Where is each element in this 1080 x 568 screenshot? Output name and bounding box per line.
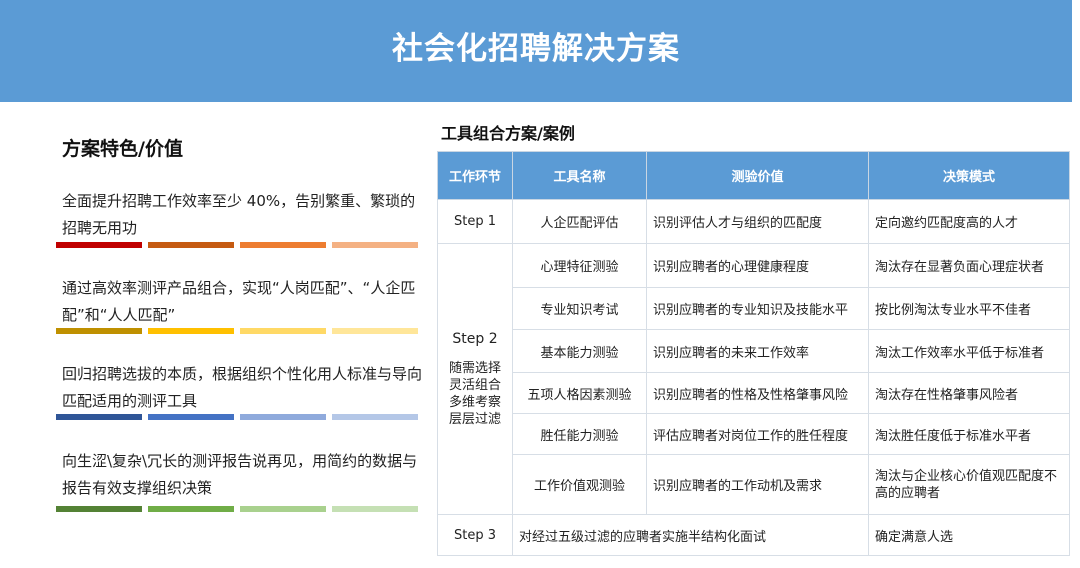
divider-segment (332, 242, 418, 248)
feature-item: 回归招聘选拔的本质，根据组织个性化用人标准与导向匹配适用的测评工具 (62, 365, 423, 410)
decision-mode: 淘汰胜任度低于标准水平者 (868, 413, 1070, 455)
table-row: 工作价值观测验 识别应聘者的工作动机及需求 淘汰与企业核心价值观匹配度不高的应聘… (438, 454, 1070, 515)
header-test-value: 测验价值 (646, 151, 869, 200)
divider-segment (148, 506, 234, 512)
divider-segment (56, 414, 142, 420)
tool-name: 工作价值观测验 (512, 454, 647, 515)
divider-segment (148, 242, 234, 248)
table-row: Step 1 人企匹配评估 识别评估人才与组织的匹配度 定向邀约匹配度高的人才 (437, 199, 1070, 244)
feature-item: 全面提升招聘工作效率至少 40%，告别繁重、繁琐的招聘无用功 (62, 192, 416, 237)
step-label: Step 2 (452, 330, 498, 347)
step2-note-line: 灵活组合 (448, 377, 501, 393)
divider-segment (332, 506, 418, 512)
table-header-row: 工作环节 工具名称 测验价值 决策模式 (437, 151, 1070, 200)
test-value: 识别评估人才与组织的匹配度 (646, 199, 869, 244)
test-value: 识别应聘者的未来工作效率 (646, 329, 869, 373)
tool-name: 五项人格因素测验 (512, 372, 647, 414)
step2-note-line: 随需选择 (448, 360, 501, 376)
feature-item: 向生涩\复杂\冗长的测评报告说再见，用简约的数据与报告有效支撑组织决策 (62, 452, 418, 497)
features-heading: 方案特色/价值 (62, 138, 183, 160)
feature-divider (56, 328, 418, 334)
header-decision-mode: 决策模式 (868, 151, 1070, 200)
table-row: Step 2 随需选择 灵活组合 多维考察 层层过滤 心理特征测验 识别应聘者的… (437, 243, 1070, 515)
table-row: 五项人格因素测验 识别应聘者的性格及性格肇事风险 淘汰存在性格肇事风险者 (438, 372, 1070, 414)
step3-description: 对经过五级过滤的应聘者实施半结构化面试 (512, 514, 869, 556)
tool-name: 心理特征测验 (512, 243, 647, 288)
header-stage: 工作环节 (437, 151, 513, 200)
test-value: 评估应聘者对岗位工作的胜任程度 (646, 413, 869, 455)
title-banner: 社会化招聘解决方案 (0, 0, 1072, 102)
decision-mode: 淘汰存在显著负面心理症状者 (868, 243, 1070, 288)
table-row: Step 3 对经过五级过滤的应聘者实施半结构化面试 确定满意人选 (437, 514, 1070, 556)
page-title: 社会化招聘解决方案 (392, 31, 680, 67)
tool-name: 人企匹配评估 (512, 199, 647, 244)
test-value: 识别应聘者的专业知识及技能水平 (646, 287, 869, 330)
tools-section-title: 工具组合方案/案例 (441, 124, 575, 143)
divider-segment (332, 328, 418, 334)
divider-segment (240, 242, 326, 248)
divider-segment (332, 414, 418, 420)
decision-mode: 按比例淘汰专业水平不佳者 (868, 287, 1070, 330)
test-value: 识别应聘者的工作动机及需求 (646, 454, 869, 515)
divider-segment (148, 414, 234, 420)
step-label: Step 3 (437, 514, 513, 556)
table-row: 专业知识考试 识别应聘者的专业知识及技能水平 按比例淘汰专业水平不佳者 (438, 287, 1070, 330)
table-row: 基本能力测验 识别应聘者的未来工作效率 淘汰工作效率水平低于标准者 (438, 329, 1070, 373)
decision-mode: 淘汰工作效率水平低于标准者 (868, 329, 1070, 373)
tool-name: 基本能力测验 (512, 329, 647, 373)
decision-mode: 定向邀约匹配度高的人才 (868, 199, 1070, 244)
divider-segment (240, 328, 326, 334)
decision-mode: 淘汰存在性格肇事风险者 (868, 372, 1070, 414)
step2-note-line: 层层过滤 (448, 411, 501, 427)
divider-segment (56, 242, 142, 248)
tool-name: 专业知识考试 (512, 287, 647, 330)
table-row: 胜任能力测验 评估应聘者对岗位工作的胜任程度 淘汰胜任度低于标准水平者 (438, 413, 1070, 455)
divider-segment (240, 506, 326, 512)
divider-segment (56, 328, 142, 334)
step2-note-line: 多维考察 (448, 394, 501, 410)
feature-item: 通过高效率测评产品组合，实现“人岗匹配”、“人企匹配”和“人人匹配” (62, 279, 416, 324)
decision-mode: 确定满意人选 (868, 514, 1070, 556)
tools-table: 工作环节 工具名称 测验价值 决策模式 Step 1 人企匹配评估 识别评估人才… (437, 151, 1070, 556)
divider-segment (56, 506, 142, 512)
test-value: 识别应聘者的心理健康程度 (646, 243, 869, 288)
feature-divider (56, 506, 418, 512)
header-tool-name: 工具名称 (512, 151, 647, 200)
feature-divider (56, 414, 418, 420)
step2-cell: Step 2 随需选择 灵活组合 多维考察 层层过滤 (437, 243, 513, 515)
test-value: 识别应聘者的性格及性格肇事风险 (646, 372, 869, 414)
tool-name: 胜任能力测验 (512, 413, 647, 455)
divider-segment (148, 328, 234, 334)
decision-mode: 淘汰与企业核心价值观匹配度不高的应聘者 (868, 454, 1070, 515)
divider-segment (240, 414, 326, 420)
step-label: Step 1 (437, 199, 513, 244)
feature-divider (56, 242, 418, 248)
